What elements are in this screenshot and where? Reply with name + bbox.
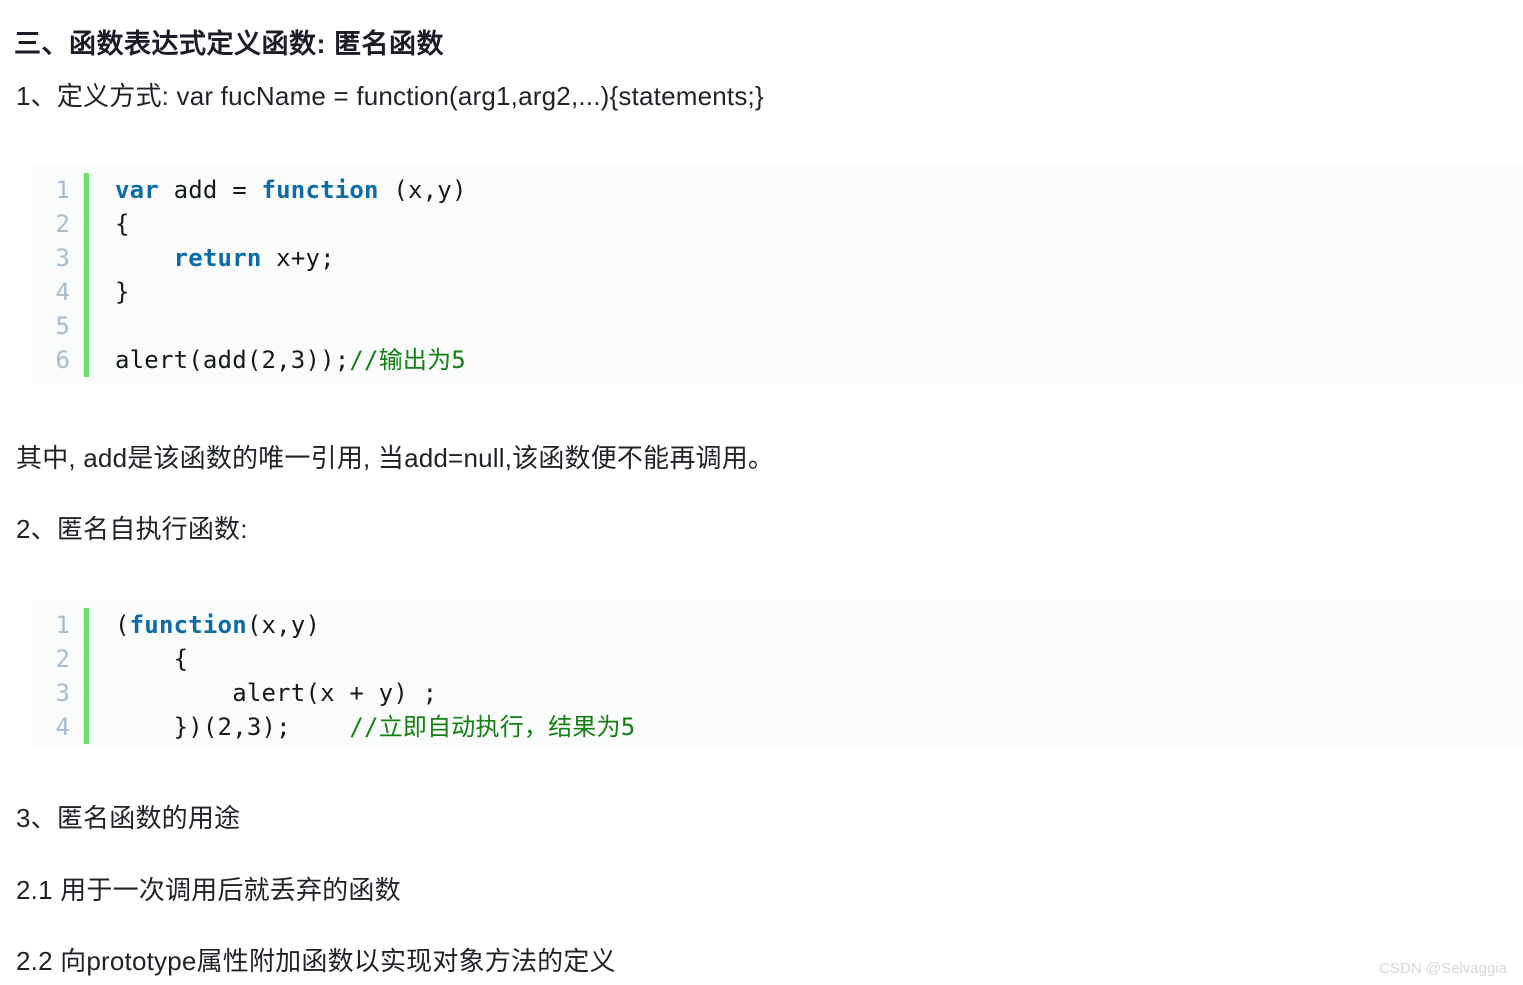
code-comment: //立即自动执行，结果为5 [349,713,636,741]
code-line-content [89,309,115,343]
line-number: 5 [55,312,70,340]
code-line-content: { [115,210,130,238]
line-number: 2 [55,210,70,238]
code-line: 3 return x+y; [32,241,1523,275]
keyword-function: function [129,611,247,639]
code-line-content: { [115,645,189,673]
line-number: 1 [55,611,70,639]
code-line-content: return x+y; [89,241,335,275]
code-line-content: })(2,3); //立即自动执行，结果为5 [89,710,636,744]
line-number: 2 [55,645,70,673]
paragraph-section-3: 3、匿名函数的用途 [16,803,241,833]
code-fragment: alert(add(2,3)); [115,346,350,374]
code-fragment: })(2,3); [115,713,350,741]
watermark-label: CSDN @Selvaggia [1379,960,1507,977]
keyword-return: return [173,244,262,272]
line-number: 4 [55,278,70,306]
paragraph-item-2-2: 2.2 向prototype属性附加函数以实现对象方法的定义 [16,946,616,976]
code-fragment: ( [115,611,130,639]
line-number: 6 [55,346,70,374]
line-number: 4 [55,713,70,741]
code-comment: //输出为5 [349,346,466,374]
code-fragment: add = [158,176,262,204]
code-line-content: (function(x,y) [89,608,320,642]
line-number: 3 [55,679,70,707]
code-line-content: var add = function (x,y) [89,173,467,207]
code-line: 4 })(2,3); //立即自动执行，结果为5 [32,710,1523,744]
code-line: 3 alert(x + y) ; [32,676,1523,710]
code-line: 6 alert(add(2,3));//输出为5 [32,343,1523,377]
code-line: 2 { [32,642,1523,676]
code-line: 5 [32,309,1523,343]
line-number: 1 [55,176,70,204]
code-line: 2 { [32,207,1523,241]
code-line: 4 } [32,275,1523,309]
paragraph-section-2: 2、匿名自执行函数: [16,514,248,544]
paragraph-item-2-1: 2.1 用于一次调用后就丢弃的函数 [16,875,401,905]
code-line: 1 (function(x,y) [32,608,1523,642]
code-line: 1 var add = function (x,y) [32,173,1523,207]
code-block-iife: 1 (function(x,y) 2 { 3 alert(x + y) ; 4 … [32,600,1523,748]
code-fragment: (x,y) [378,176,467,204]
code-line-content: alert(x + y) ; [115,679,438,707]
code-line-content: } [115,278,130,306]
keyword-var: var [115,176,159,204]
paragraph-note-single-reference: 其中, add是该函数的唯一引用, 当add=null,该函数便不能再调用。 [16,443,775,473]
code-line-content: alert(add(2,3));//输出为5 [89,343,466,377]
paragraph-definition-method: 1、定义方式: var fucName = function(arg1,arg2… [16,81,764,111]
code-fragment: (x,y) [246,611,321,639]
line-number: 3 [55,244,70,272]
keyword-function: function [261,176,379,204]
page-title: 三、函数表达式定义函数: 匿名函数 [14,29,444,60]
code-block-anonymous-function: 1 var add = function (x,y) 2 { 3 return … [32,165,1523,383]
code-fragment: x+y; [261,244,335,272]
